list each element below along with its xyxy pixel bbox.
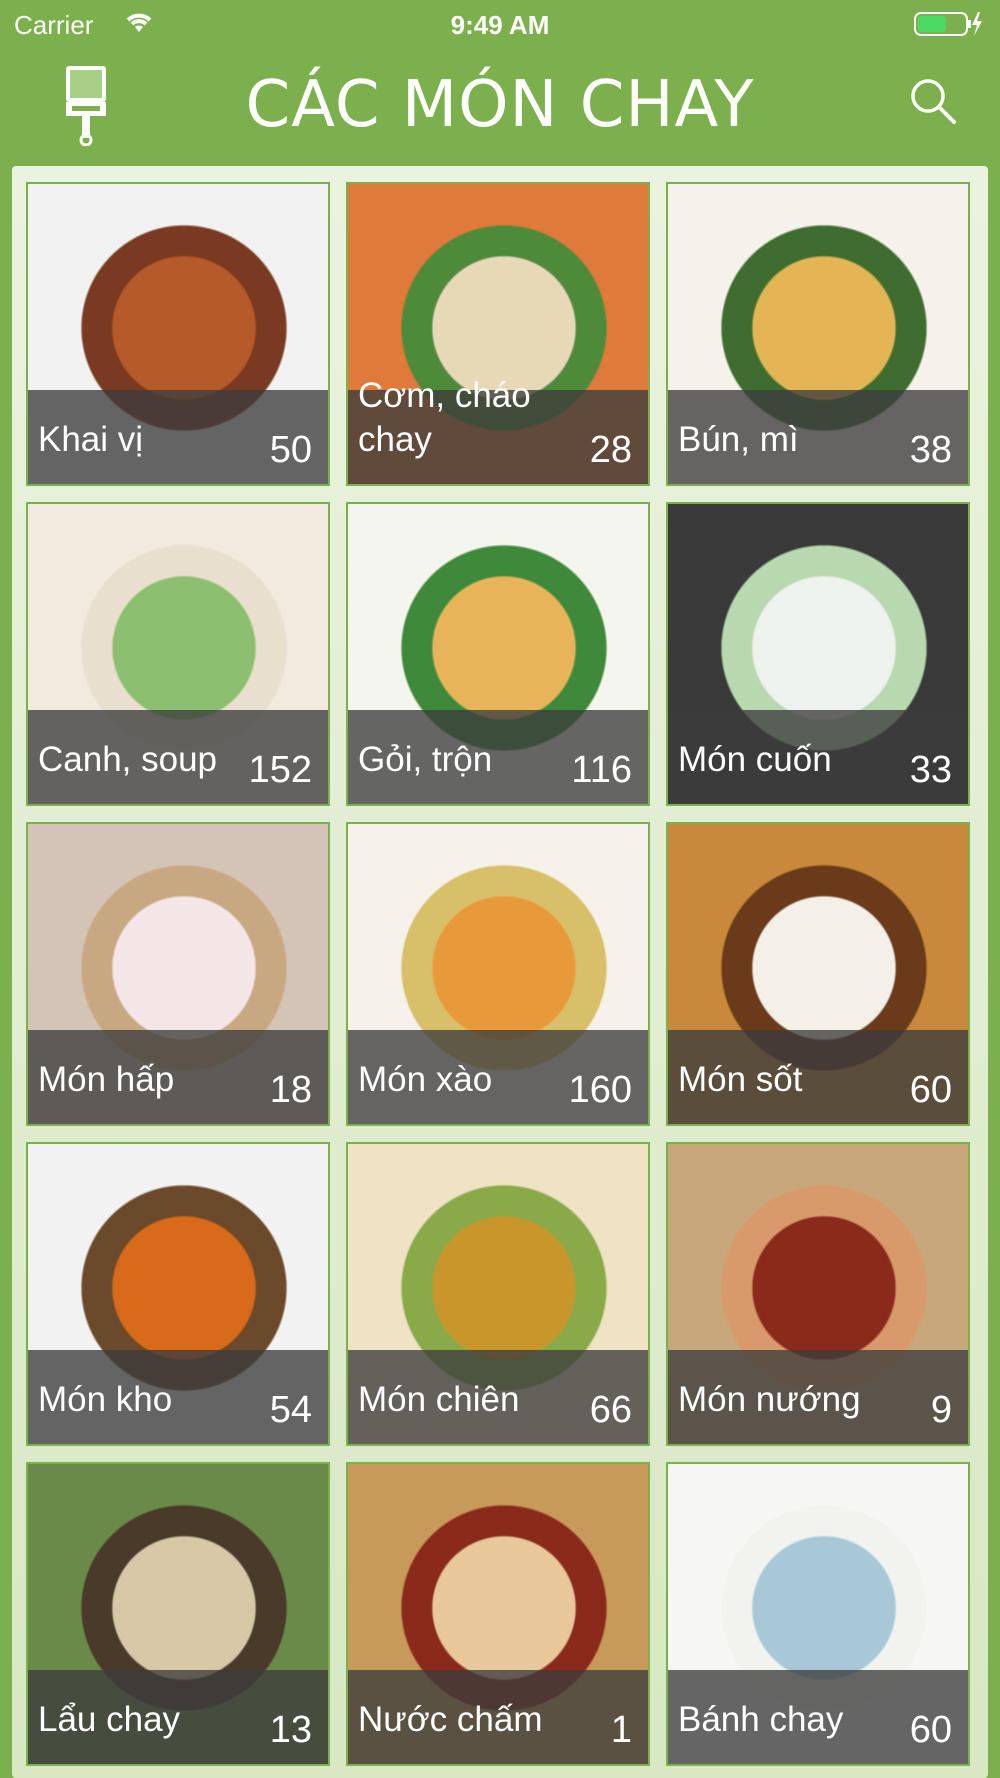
category-name: Canh, soup — [38, 740, 218, 779]
tile-caption-overlay: Nước chấm 1 — [348, 1670, 648, 1764]
search-icon[interactable] — [908, 76, 958, 126]
category-tile[interactable]: Canh, soup 152 — [26, 502, 330, 806]
category-count: 38 — [909, 429, 952, 471]
nav-bar: CÁC MÓN CHAY — [0, 50, 1000, 165]
category-tile[interactable]: Món xào 160 — [346, 822, 650, 1126]
category-panel: Khai vị 50 Cơm, cháo chay 28 Bún, mì 38 Canh, … — [12, 166, 988, 1778]
category-count: 60 — [909, 1069, 952, 1111]
category-name: Món chiên — [358, 1380, 520, 1419]
category-name: Món kho — [38, 1380, 173, 1419]
category-name: Gỏi, trộn — [358, 740, 493, 779]
category-count: 116 — [571, 749, 632, 791]
tile-caption-overlay: Món kho 54 — [28, 1350, 328, 1444]
category-tile[interactable]: Khai vị 50 — [26, 182, 330, 486]
category-name: Món sốt — [678, 1060, 803, 1099]
category-count: 66 — [589, 1389, 632, 1431]
tile-caption-overlay: Gỏi, trộn 116 — [348, 710, 648, 804]
tile-caption-overlay: Bánh chay 60 — [668, 1670, 968, 1764]
category-count: 9 — [930, 1389, 952, 1431]
category-count: 18 — [269, 1069, 312, 1111]
category-tile[interactable]: Món hấp 18 — [26, 822, 330, 1126]
battery-icon — [914, 10, 984, 45]
category-tile[interactable]: Món cuốn 33 — [666, 502, 970, 806]
category-name: Cơm, cháo chay — [358, 376, 531, 459]
category-name: Món cuốn — [678, 740, 832, 779]
category-count: 13 — [269, 1709, 312, 1751]
category-count: 152 — [248, 749, 312, 791]
status-bar: Carrier 9:49 AM — [0, 0, 1000, 50]
category-count: 28 — [589, 429, 632, 471]
tile-caption-overlay: Cơm, cháo chay 28 — [348, 376, 648, 484]
category-name: Món hấp — [38, 1060, 175, 1099]
category-count: 1 — [610, 1709, 632, 1751]
app-logo: CÁC MÓN CHAY — [245, 68, 755, 142]
category-tile[interactable]: Bún, mì 38 — [666, 182, 970, 486]
category-name: Lẩu chay — [38, 1700, 181, 1739]
tile-caption-overlay: Món sốt 60 — [668, 1030, 968, 1124]
tile-caption-overlay: Món nướng 9 — [668, 1350, 968, 1444]
tile-caption-overlay: Món xào 160 — [348, 1030, 648, 1124]
tile-caption-overlay: Món cuốn 33 — [668, 710, 968, 804]
tile-caption-overlay: Canh, soup 152 — [28, 710, 328, 804]
category-tile[interactable]: Lẩu chay 13 — [26, 1462, 330, 1766]
category-tile[interactable]: Món nướng 9 — [666, 1142, 970, 1446]
tile-caption-overlay: Khai vị 50 — [28, 390, 328, 484]
category-name: Món xào — [358, 1060, 493, 1099]
clock-time: 9:49 AM — [450, 10, 550, 40]
tile-caption-overlay: Bún, mì 38 — [668, 390, 968, 484]
category-name: Khai vị — [38, 420, 144, 459]
category-name: Bánh chay — [678, 1700, 844, 1739]
category-tile[interactable]: Bánh chay 60 — [666, 1462, 970, 1766]
category-tile[interactable]: Món sốt 60 — [666, 822, 970, 1126]
category-tile[interactable]: Cơm, cháo chay 28 — [346, 182, 650, 486]
category-tile[interactable]: Gỏi, trộn 116 — [346, 502, 650, 806]
tile-caption-overlay: Món chiên 66 — [348, 1350, 648, 1444]
category-name: Bún, mì — [678, 420, 799, 459]
category-count: 60 — [909, 1709, 952, 1751]
category-tile[interactable]: Món chiên 66 — [346, 1142, 650, 1446]
category-tile[interactable]: Nước chấm 1 — [346, 1462, 650, 1766]
category-name: Món nướng — [678, 1380, 861, 1419]
category-tile[interactable]: Món kho 54 — [26, 1142, 330, 1446]
category-count: 160 — [568, 1069, 632, 1111]
category-name: Nước chấm — [358, 1700, 543, 1739]
category-count: 33 — [909, 749, 952, 791]
category-count: 54 — [269, 1389, 312, 1431]
tile-caption-overlay: Lẩu chay 13 — [28, 1670, 328, 1764]
category-count: 50 — [269, 429, 312, 471]
tile-caption-overlay: Món hấp 18 — [28, 1030, 328, 1124]
